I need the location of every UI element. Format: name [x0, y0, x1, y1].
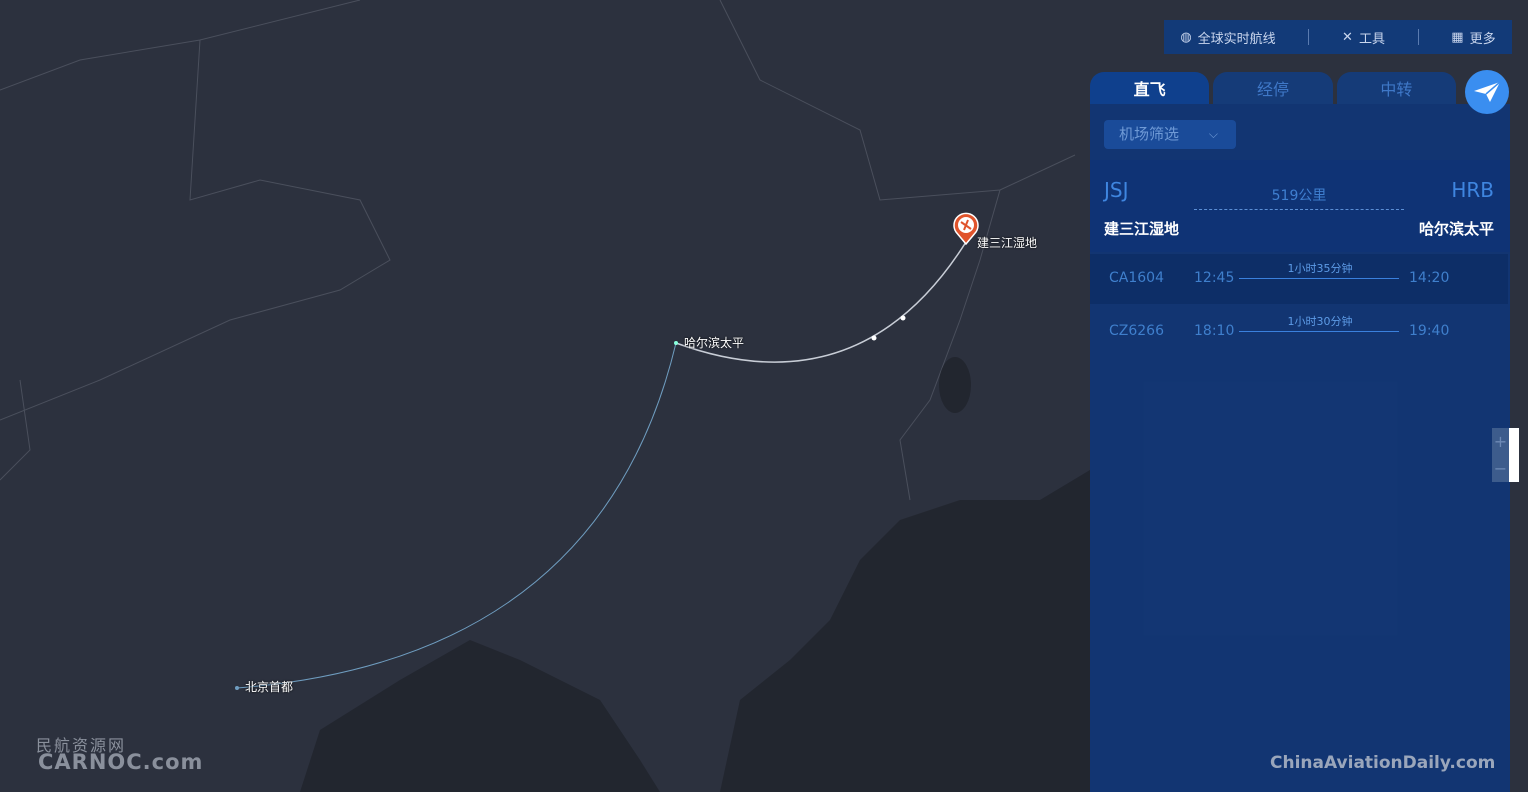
departure-time: 12:45 [1194, 270, 1235, 286]
route-dash-line [1194, 209, 1404, 210]
paper-plane-button[interactable] [1465, 70, 1509, 114]
map-label-hrb[interactable]: 哈尔滨太平 [684, 334, 744, 351]
divider [1417, 29, 1419, 45]
destination-name: 哈尔滨太平 [1418, 220, 1494, 238]
arrival-time: 19:40 [1409, 323, 1450, 339]
destination-code: HRB [1451, 178, 1494, 202]
tools-button[interactable]: ✕ 工具 [1342, 28, 1385, 47]
flight-duration: 1小时30分钟 [1287, 315, 1353, 328]
route-pek-hrb [236, 342, 677, 689]
departure-time: 18:10 [1194, 323, 1235, 339]
zoom-out-button[interactable]: − [1492, 455, 1509, 482]
paper-plane-icon [1474, 82, 1500, 102]
globe-icon: ◍ [1180, 29, 1192, 45]
flight-number: CA1604 [1109, 270, 1164, 286]
origin-name: 建三江湿地 [1104, 220, 1180, 238]
map-label-pek[interactable]: 北京首都 [245, 678, 293, 695]
zoom-in-button[interactable]: + [1492, 428, 1509, 455]
flight-row[interactable]: CA1604 12:45 1小时35分钟 14:20 [1090, 254, 1508, 304]
route-distance: 519公里 [1271, 188, 1327, 204]
top-toolbar: ◍ 全球实时航线 ✕ 工具 ▦ 更多 [1164, 20, 1512, 54]
flight-number: CZ6266 [1109, 323, 1164, 339]
airport-dot-pek[interactable] [235, 686, 239, 690]
chevron-down-icon: ⌵ [1208, 127, 1218, 141]
lake [939, 357, 971, 413]
tab-transfer[interactable]: 中转 [1336, 72, 1456, 104]
flight-row[interactable]: CZ6266 18:10 1小时30分钟 19:40 [1090, 307, 1508, 357]
tools-icon: ✕ [1342, 29, 1353, 45]
watermark-cad: ChinaAviationDaily.com [1270, 753, 1496, 773]
airport-marker-icon[interactable] [953, 212, 979, 246]
more-button[interactable]: ▦ 更多 [1451, 28, 1495, 47]
airport-filter-dropdown[interactable]: 机场筛选 ⌵ [1104, 120, 1236, 149]
sea-area [300, 470, 1090, 792]
origin-code: JSJ [1104, 178, 1129, 202]
airport-dot-hrb[interactable] [674, 341, 678, 345]
global-routes-button[interactable]: ◍ 全球实时航线 [1180, 28, 1275, 47]
plane-dot [900, 315, 906, 321]
zoom-control: + − [1492, 428, 1519, 482]
flight-duration: 1小时35分钟 [1287, 262, 1353, 275]
arrival-time: 14:20 [1409, 270, 1450, 286]
map-label-jsj[interactable]: 建三江湿地 [977, 234, 1037, 251]
plane-dot [871, 335, 877, 341]
tab-stopover[interactable]: 经停 [1213, 72, 1333, 104]
divider [1308, 29, 1310, 45]
duration-line [1239, 331, 1399, 332]
tab-direct[interactable]: 直飞 [1090, 72, 1210, 104]
tab-bar: 直飞 经停 中转 [1090, 72, 1460, 104]
watermark-carnoc: CARNOC.com [38, 750, 204, 774]
border-line [0, 0, 1076, 501]
grid-icon: ▦ [1451, 29, 1464, 45]
duration-line [1239, 278, 1399, 279]
